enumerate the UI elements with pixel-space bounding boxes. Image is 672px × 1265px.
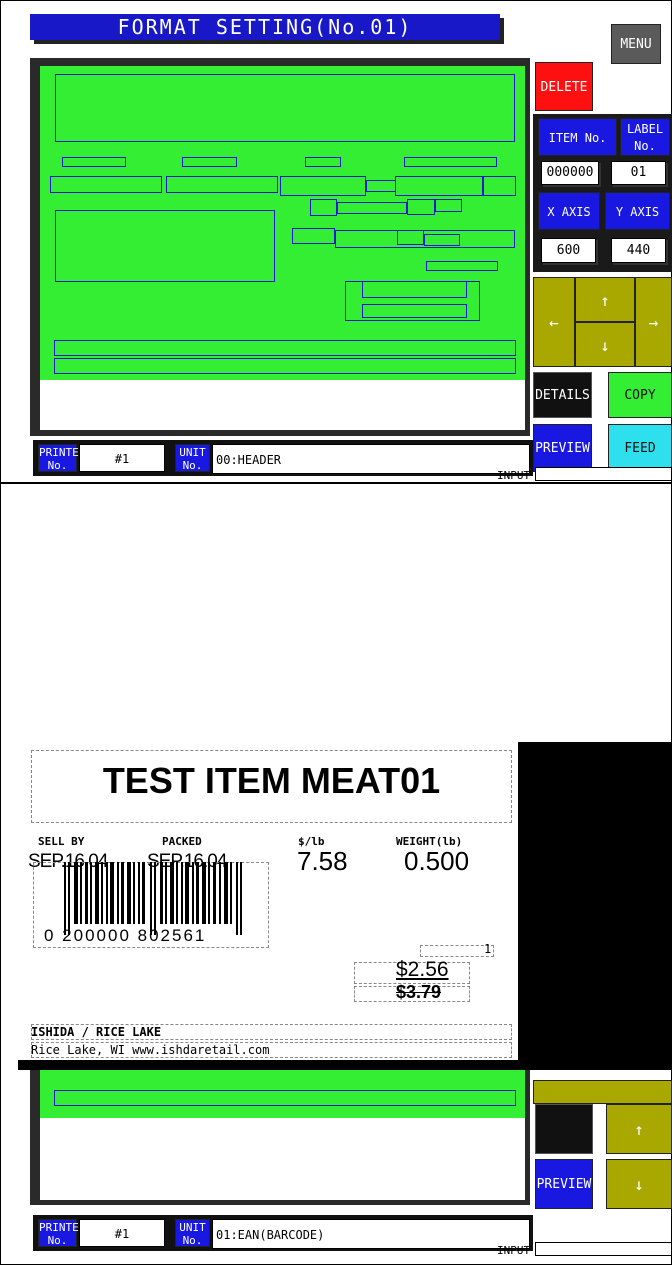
label-no-button[interactable]: LABEL No. [620,118,670,156]
preview-button[interactable]: PREVIEW [533,424,592,472]
arrow-up-icon: ↑ [600,291,610,310]
input-field[interactable] [535,467,672,481]
unit-value-bottom: 01:EAN(BARCODE) [212,1219,530,1249]
field-small-4[interactable] [435,199,462,212]
preview-button-bottom[interactable]: PREVIEW [535,1159,593,1209]
field-small-3[interactable] [407,199,435,215]
arrow-right-icon: → [648,313,659,332]
arrow-up-icon-bottom: ↑ [634,1120,644,1139]
input-label: INPUT [497,469,531,482]
x-axis-value[interactable]: 600 [541,238,596,263]
field-value-3b[interactable] [366,180,396,192]
field-header-2[interactable] [182,157,237,167]
preview-store-line2: Rice Lake, WI www.ishdaretail.com [31,1043,270,1057]
copy-button[interactable]: COPY [608,372,672,418]
arrow-right-button[interactable]: → [635,277,672,367]
delete-button[interactable]: DELETE [535,62,593,111]
field-value-2[interactable] [166,176,278,193]
unit-no-button-bottom[interactable]: UNIT No. [175,1219,210,1247]
field-item-name[interactable] [55,74,515,142]
printer-no-value-bottom[interactable]: #1 [79,1219,165,1247]
olive-bar [533,1080,672,1104]
menu-button[interactable]: MENU [611,24,661,64]
arrow-left-icon: ← [549,313,559,332]
item-no-value[interactable]: 000000 [541,161,599,185]
details-button[interactable]: DETAILS [533,372,592,418]
field-count[interactable] [426,261,498,271]
canvas-empty-area-bottom [40,1118,525,1200]
field-value-4[interactable] [395,176,483,196]
arrow-up-button-bottom[interactable]: ↑ [606,1104,672,1154]
field-barcode[interactable] [55,210,275,282]
input-label-bottom: INPUT [497,1244,531,1257]
arrow-down-button[interactable]: ↓ [575,322,635,367]
y-axis-value[interactable]: 440 [611,238,666,263]
field-value-1[interactable] [50,176,162,193]
unit-no-button[interactable]: UNIT No. [175,444,210,472]
field-small-1[interactable] [310,199,337,216]
printer-no-value[interactable]: #1 [79,444,165,472]
preview-item-name: TEST ITEM MEAT01 [102,760,441,801]
arrow-down-icon-bottom: ↓ [634,1175,644,1194]
printer-no-button[interactable]: PRINTER No. [38,444,85,472]
preview-old-price: $3.79 [396,982,442,1002]
preview-price: $2.56 [396,958,449,981]
feed-button[interactable]: FEED [608,424,672,472]
field-small-2[interactable] [337,202,407,214]
label-no-value[interactable]: 01 [611,161,666,185]
field-price-4[interactable] [424,234,460,246]
page-title: FORMAT SETTING(No.01) [30,14,500,40]
preview-unit-price: 7.58 [297,846,348,876]
blank-button[interactable] [535,1104,593,1154]
input-field-bottom[interactable] [535,1242,672,1256]
preview-barcode [64,862,242,935]
field-price-inner-2[interactable] [362,304,467,318]
preview-header-sell-by: SELL BY [38,835,85,848]
arrow-down-icon: ↓ [600,336,610,355]
y-axis-button[interactable]: Y AXIS [605,192,670,230]
unit-value: 00:HEADER [212,444,530,474]
field-price-inner-1[interactable] [362,281,467,298]
preview-store-line1: ISHIDA / RICE LAKE [31,1025,162,1039]
field-price-3[interactable] [397,230,424,245]
field-value-3[interactable] [280,176,366,196]
field-value-4b[interactable] [483,176,516,196]
preview-header-packed: PACKED [162,835,202,848]
arrow-left-button[interactable]: ← [533,277,575,367]
preview-weight: 0.500 [404,846,470,876]
printer-no-button-bottom[interactable]: PRINTER No. [38,1219,85,1247]
preview-barcode-digits: 0 200000 802561 [44,926,207,945]
x-axis-button[interactable]: X AXIS [538,192,600,230]
item-no-button[interactable]: ITEM No. [538,118,617,156]
arrow-up-button[interactable]: ↑ [575,277,635,322]
field-header-4[interactable] [404,157,497,167]
field-header-3[interactable] [305,157,341,167]
field-store-bottom [54,1090,516,1106]
field-price-1[interactable] [292,228,335,244]
field-store-1[interactable] [54,340,516,356]
arrow-down-button-bottom[interactable]: ↓ [606,1159,672,1209]
preview-count: 1 [484,942,492,956]
field-header-1[interactable] [62,157,126,167]
canvas-empty-area [40,380,525,430]
preview-count-box [420,945,494,957]
field-store-2[interactable] [54,358,516,374]
